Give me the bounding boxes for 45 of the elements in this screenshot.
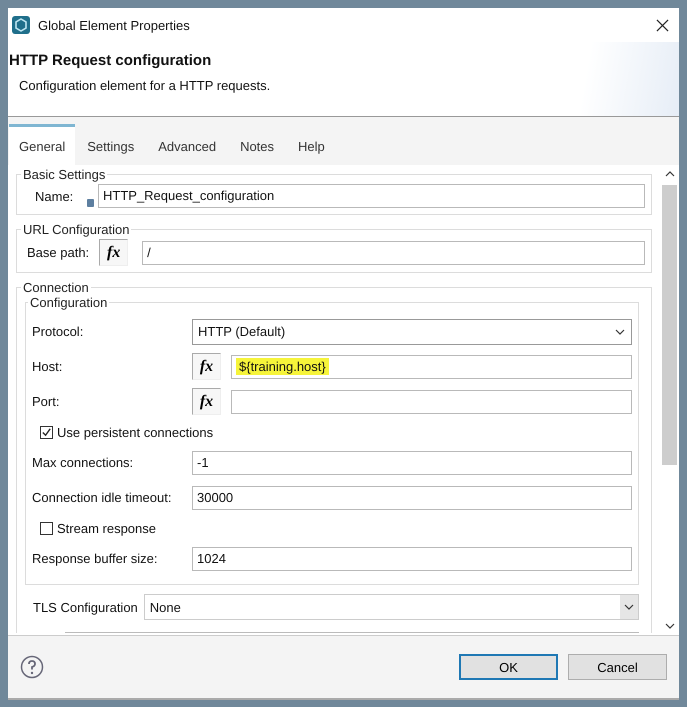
text-field[interactable]: 1024 <box>192 546 632 570</box>
page-description: Configuration element for a HTTP requests. <box>19 78 272 93</box>
expression-button[interactable]: fx <box>99 239 128 266</box>
expression-button[interactable]: fx <box>192 353 221 380</box>
tab[interactable]: Notes <box>228 124 286 165</box>
info-icon <box>87 199 94 207</box>
field-label: Host: <box>32 359 64 374</box>
tab[interactable]: General <box>9 124 76 165</box>
text-field[interactable] <box>231 390 632 414</box>
field-label: Name: <box>34 188 74 204</box>
field-label: Base path: <box>26 245 90 260</box>
window-title: Global Element Properties <box>38 18 190 32</box>
field-label: Response buffer size: <box>32 551 158 566</box>
field-label: Connection idle timeout: <box>32 490 172 505</box>
field-label: TLS Configuration <box>33 600 138 614</box>
text-field[interactable]: ${training.host} <box>231 354 632 378</box>
group-legend: Connection <box>21 280 91 295</box>
app-icon <box>12 16 30 34</box>
field-label: Protocol: <box>32 324 84 339</box>
expression-button[interactable]: fx <box>192 388 221 415</box>
tls-dropdown[interactable]: None <box>144 594 639 620</box>
scroll-down-icon[interactable] <box>664 623 674 629</box>
tab[interactable]: Help <box>286 124 337 165</box>
protocol-dropdown[interactable]: HTTP (Default) <box>192 318 632 344</box>
checkbox-label: Stream response <box>57 520 156 536</box>
page-title: HTTP Request configuration <box>9 52 212 69</box>
cancel-button[interactable]: Cancel <box>568 654 667 680</box>
name-field[interactable]: HTTP_Request_configuration <box>98 184 645 208</box>
group-legend: Basic Settings <box>21 167 108 182</box>
checkbox[interactable] <box>40 522 53 534</box>
text-field[interactable]: 30000 <box>192 486 632 510</box>
close-icon[interactable] <box>656 18 669 32</box>
group-legend: URL Configuration <box>21 222 132 237</box>
text-field[interactable]: -1 <box>192 450 632 474</box>
tab[interactable]: Advanced <box>146 124 228 165</box>
checkbox[interactable] <box>40 426 53 438</box>
checkbox-label: Use persistent connections <box>57 424 214 440</box>
tab[interactable]: Settings <box>75 124 146 165</box>
field-label: Port: <box>32 394 60 409</box>
base-path-field[interactable]: / <box>142 240 645 264</box>
field-label: Max connections: <box>32 455 134 470</box>
help-icon[interactable] <box>20 655 44 679</box>
group-legend: Configuration <box>28 295 110 310</box>
scroll-up-icon[interactable] <box>664 171 674 177</box>
ok-button[interactable]: OK <box>459 654 558 680</box>
